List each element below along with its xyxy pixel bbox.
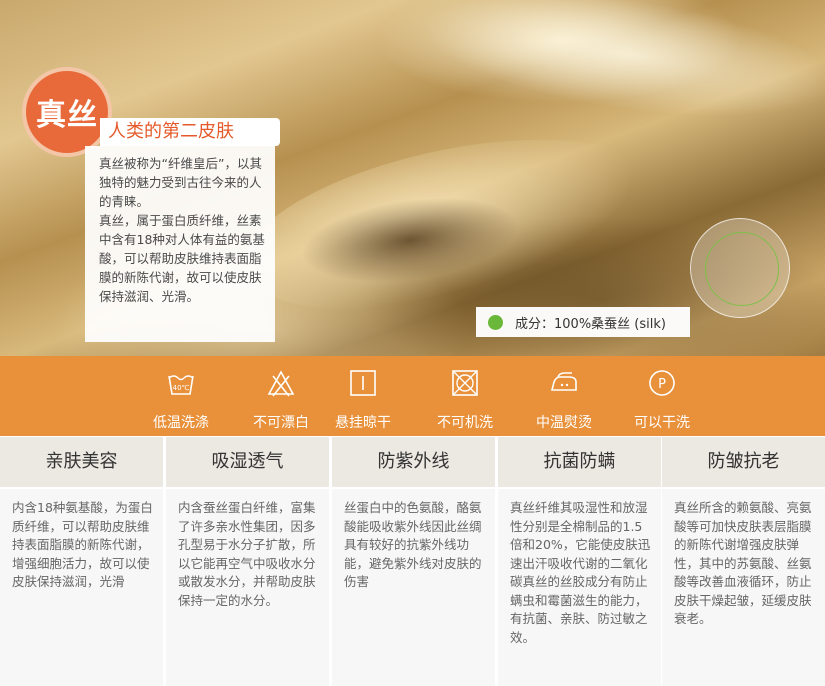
feature-title: 抗菌防螨: [498, 437, 661, 487]
feature-title: 防皱抗老: [662, 437, 825, 487]
feature-breathable: 吸湿透气 内含蚕丝蛋白纤维，富集了许多亲水性集团，因多孔型易于水分子扩散，所以它…: [166, 437, 329, 686]
dry-clean-letter: P: [658, 377, 666, 392]
feature-text: 内含蚕丝蛋白纤维，富集了许多亲水性集团，因多孔型易于水分子扩散，所以它能再空气中…: [166, 489, 329, 686]
care-label-medium-iron: 中温熨烫: [536, 415, 592, 431]
silk-highlight: [414, 0, 825, 139]
composition-label: 成分：100%桑蚕丝 (silk): [476, 307, 690, 337]
care-item-no-machine-wash: 不可机洗: [415, 356, 515, 436]
silk-badge: 真丝: [22, 67, 112, 157]
care-instructions-bar: 40℃ 低温洗涤 不可漂白 悬挂晾干 不可机洗 中温熨烫 P 可以干洗: [0, 356, 825, 436]
wash-temp-text: 40℃: [173, 384, 190, 392]
care-label-dry-clean: 可以干洗: [634, 415, 690, 431]
care-item-line-dry: 悬挂晾干: [313, 356, 413, 436]
line-dry-icon: [348, 368, 378, 398]
green-dot-icon: [488, 314, 503, 330]
feature-title: 防紫外线: [332, 437, 495, 487]
hero-banner: 真丝 人类的第二皮肤 真丝被称为“纤维皇后”，以其独特的魅力受到古往今来的人的青…: [0, 0, 825, 356]
medium-iron-icon: [549, 368, 579, 398]
description-paragraph-1: 真丝被称为“纤维皇后”，以其独特的魅力受到古往今来的人的青睐。: [99, 156, 262, 209]
care-item-dry-clean: P 可以干洗: [612, 356, 712, 436]
composition-text: 成分：100%桑蚕丝 (silk): [515, 316, 666, 332]
feature-skin-beauty: 亲肤美容 内含18种氨基酸，为蛋白质纤维，可以帮助皮肤维持表面脂膜的新陈代谢，增…: [0, 437, 163, 686]
feature-text: 丝蛋白中的色氨酸，酪氨酸能吸收紫外线因此丝绸具有较好的抗紫外线功能，避免紫外线对…: [332, 489, 495, 686]
description-paragraph-2: 真丝，属于蛋白质纤维，丝素中含有18种对人体有益的氨基酸，可以帮助皮肤维持表面脂…: [99, 213, 265, 304]
no-bleach-icon: [266, 368, 296, 398]
care-label-low-temp-wash: 低温洗涤: [153, 415, 209, 431]
feature-title: 吸湿透气: [166, 437, 329, 487]
feature-anti-wrinkle: 防皱抗老 真丝所含的赖氨酸、亮氨酸等可加快皮肤表层脂膜的新陈代谢增强皮肤弹性，其…: [662, 437, 825, 686]
dry-clean-icon: P: [647, 368, 677, 398]
no-machine-wash-icon: [450, 368, 480, 398]
care-label-line-dry: 悬挂晾干: [335, 415, 391, 431]
care-item-medium-iron: 中温熨烫: [514, 356, 614, 436]
hero-tagline: 人类的第二皮肤: [100, 118, 280, 146]
low-temp-wash-icon: 40℃: [166, 368, 196, 398]
feature-title: 亲肤美容: [0, 437, 163, 487]
feature-antibacterial: 抗菌防螨 真丝纤维其吸湿性和放湿性分别是全棉制品的1.5倍和20%，它能使皮肤迅…: [498, 437, 661, 686]
description-card: 真丝被称为“纤维皇后”，以其独特的魅力受到古往今来的人的青睐。 真丝，属于蛋白质…: [85, 146, 275, 342]
care-label-no-machine-wash: 不可机洗: [437, 415, 493, 431]
care-item-low-temp-wash: 40℃ 低温洗涤: [131, 356, 231, 436]
ring-inner-decoration: [705, 232, 779, 306]
feature-text: 真丝纤维其吸湿性和放湿性分别是全棉制品的1.5倍和20%，它能使皮肤迅速出汗吸收…: [498, 489, 661, 686]
feature-uv-protection: 防紫外线 丝蛋白中的色氨酸，酪氨酸能吸收紫外线因此丝绸具有较好的抗紫外线功能，避…: [332, 437, 495, 686]
feature-columns: 亲肤美容 内含18种氨基酸，为蛋白质纤维，可以帮助皮肤维持表面脂膜的新陈代谢，增…: [0, 437, 825, 686]
feature-text: 真丝所含的赖氨酸、亮氨酸等可加快皮肤表层脂膜的新陈代谢增强皮肤弹性，其中的苏氨酸…: [662, 489, 825, 686]
feature-text: 内含18种氨基酸，为蛋白质纤维，可以帮助皮肤维持表面脂膜的新陈代谢，增强细胞活力…: [0, 489, 163, 686]
